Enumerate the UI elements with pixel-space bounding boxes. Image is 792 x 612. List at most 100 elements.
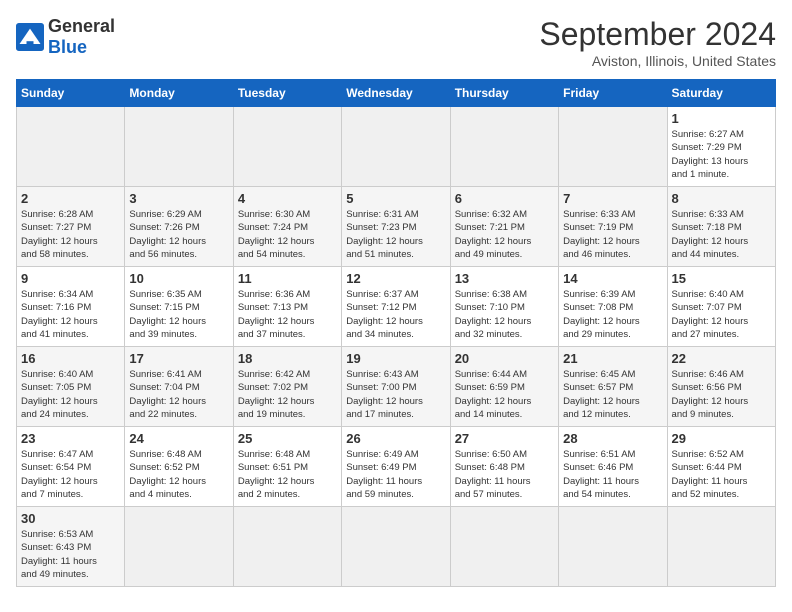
title-area: September 2024 Aviston, Illinois, United… — [539, 16, 776, 69]
calendar-row: 9 Sunrise: 6:34 AMSunset: 7:16 PMDaylight… — [17, 267, 776, 347]
day-info: Sunrise: 6:27 AMSunset: 7:29 PMDaylight:… — [672, 129, 749, 180]
calendar-cell — [342, 107, 450, 187]
logo: General Blue — [16, 16, 115, 58]
day-number: 15 — [672, 271, 771, 286]
calendar-cell: 13Sunrise: 6:38 AMSunset: 7:10 PMDayligh… — [450, 267, 558, 347]
calendar-cell — [17, 107, 125, 187]
calendar-cell — [233, 107, 341, 187]
calendar-cell: 23Sunrise: 6:47 AMSunset: 6:54 PMDayligh… — [17, 427, 125, 507]
calendar-cell: 19Sunrise: 6:43 AMSunset: 7:00 PMDayligh… — [342, 347, 450, 427]
header-friday: Friday — [559, 80, 667, 107]
calendar-cell — [450, 107, 558, 187]
day-number: 22 — [672, 351, 771, 366]
day-number: 7 — [563, 191, 662, 206]
day-info: Sunrise: 6:39 AMSunset: 7:08 PMDaylight:… — [563, 289, 640, 340]
day-info: Sunrise: 6:45 AMSunset: 6:57 PMDaylight:… — [563, 369, 640, 420]
calendar-cell: 4Sunrise: 6:30 AMSunset: 7:24 PMDaylight… — [233, 187, 341, 267]
header-wednesday: Wednesday — [342, 80, 450, 107]
logo-icon — [16, 23, 44, 51]
logo-text: General Blue — [48, 16, 115, 58]
day-info: Sunrise: 6:31 AMSunset: 7:23 PMDaylight:… — [346, 209, 423, 260]
calendar-cell — [450, 507, 558, 587]
day-number: 11 — [238, 271, 337, 286]
calendar-cell: 7Sunrise: 6:33 AMSunset: 7:19 PMDaylight… — [559, 187, 667, 267]
header-monday: Monday — [125, 80, 233, 107]
day-number: 4 — [238, 191, 337, 206]
weekday-header-row: Sunday Monday Tuesday Wednesday Thursday… — [17, 80, 776, 107]
calendar-row: 16 Sunrise: 6:40 AMSunset: 7:05 PMDayligh… — [17, 347, 776, 427]
day-number: 10 — [129, 271, 228, 286]
day-info: Sunrise: 6:53 AMSunset: 6:43 PMDaylight:… — [21, 529, 97, 580]
day-number: 24 — [129, 431, 228, 446]
day-info: Sunrise: 6:50 AMSunset: 6:48 PMDaylight:… — [455, 449, 531, 500]
calendar-cell: 17 Sunrise: 6:41 AMSunset: 7:04 PMDayligh… — [125, 347, 233, 427]
calendar-cell: 9 Sunrise: 6:34 AMSunset: 7:16 PMDaylight… — [17, 267, 125, 347]
month-title: September 2024 — [539, 16, 776, 53]
calendar-cell — [125, 507, 233, 587]
calendar-cell: 8Sunrise: 6:33 AMSunset: 7:18 PMDaylight… — [667, 187, 775, 267]
day-number: 3 — [129, 191, 228, 206]
day-info: Sunrise: 6:40 AMSunset: 7:07 PMDaylight:… — [672, 289, 749, 340]
day-number: 13 — [455, 271, 554, 286]
calendar-cell: 1 Sunrise: 6:27 AMSunset: 7:29 PMDaylight… — [667, 107, 775, 187]
calendar-cell — [559, 507, 667, 587]
day-info: Sunrise: 6:36 AMSunset: 7:13 PMDaylight:… — [238, 289, 315, 340]
calendar-cell: 18 Sunrise: 6:42 AMSunset: 7:02 PMDayligh… — [233, 347, 341, 427]
calendar-cell — [559, 107, 667, 187]
day-info: Sunrise: 6:37 AMSunset: 7:12 PMDaylight:… — [346, 289, 423, 340]
calendar-row: 2Sunrise: 6:28 AMSunset: 7:27 PMDaylight… — [17, 187, 776, 267]
day-number: 16 — [21, 351, 120, 366]
day-number: 27 — [455, 431, 554, 446]
day-info: Sunrise: 6:34 AMSunset: 7:16 PMDaylight:… — [21, 289, 98, 340]
day-number: 19 — [346, 351, 445, 366]
calendar-cell: 27 Sunrise: 6:50 AMSunset: 6:48 PMDayligh… — [450, 427, 558, 507]
calendar-cell: 28Sunrise: 6:51 AMSunset: 6:46 PMDayligh… — [559, 427, 667, 507]
calendar-cell — [667, 507, 775, 587]
day-number: 12 — [346, 271, 445, 286]
header-sunday: Sunday — [17, 80, 125, 107]
day-info: Sunrise: 6:47 AMSunset: 6:54 PMDaylight:… — [21, 449, 98, 500]
day-info: Sunrise: 6:40 AMSunset: 7:05 PMDaylight:… — [21, 369, 98, 420]
calendar-cell — [342, 507, 450, 587]
day-number: 28 — [563, 431, 662, 446]
day-number: 26 — [346, 431, 445, 446]
logo-blue: Blue — [48, 37, 87, 57]
day-number: 18 — [238, 351, 337, 366]
calendar-cell: 2Sunrise: 6:28 AMSunset: 7:27 PMDaylight… — [17, 187, 125, 267]
location-title: Aviston, Illinois, United States — [539, 53, 776, 69]
day-number: 29 — [672, 431, 771, 446]
day-number: 9 — [21, 271, 120, 286]
day-info: Sunrise: 6:44 AMSunset: 6:59 PMDaylight:… — [455, 369, 532, 420]
day-info: Sunrise: 6:33 AMSunset: 7:18 PMDaylight:… — [672, 209, 749, 260]
day-info: Sunrise: 6:35 AMSunset: 7:15 PMDaylight:… — [129, 289, 206, 340]
day-number: 6 — [455, 191, 554, 206]
calendar-cell: 10 Sunrise: 6:35 AMSunset: 7:15 PMDayligh… — [125, 267, 233, 347]
calendar-cell: 22 Sunrise: 6:46 AMSunset: 6:56 PMDayligh… — [667, 347, 775, 427]
day-number: 20 — [455, 351, 554, 366]
day-info: Sunrise: 6:48 AMSunset: 6:51 PMDaylight:… — [238, 449, 315, 500]
day-info: Sunrise: 6:42 AMSunset: 7:02 PMDaylight:… — [238, 369, 315, 420]
day-number: 17 — [129, 351, 228, 366]
day-info: Sunrise: 6:46 AMSunset: 6:56 PMDaylight:… — [672, 369, 749, 420]
calendar-cell: 11 Sunrise: 6:36 AMSunset: 7:13 PMDayligh… — [233, 267, 341, 347]
header-area: General Blue September 2024 Aviston, Ill… — [16, 16, 776, 69]
day-number: 25 — [238, 431, 337, 446]
day-number: 1 — [672, 111, 771, 126]
day-info: Sunrise: 6:48 AMSunset: 6:52 PMDaylight:… — [129, 449, 206, 500]
calendar-cell: 21Sunrise: 6:45 AMSunset: 6:57 PMDayligh… — [559, 347, 667, 427]
day-number: 2 — [21, 191, 120, 206]
calendar-cell: 30 Sunrise: 6:53 AMSunset: 6:43 PMDayligh… — [17, 507, 125, 587]
calendar-cell: 26 Sunrise: 6:49 AMSunset: 6:49 PMDayligh… — [342, 427, 450, 507]
day-info: Sunrise: 6:49 AMSunset: 6:49 PMDaylight:… — [346, 449, 422, 500]
calendar-cell: 29 Sunrise: 6:52 AMSunset: 6:44 PMDayligh… — [667, 427, 775, 507]
calendar-cell: 6Sunrise: 6:32 AMSunset: 7:21 PMDaylight… — [450, 187, 558, 267]
calendar-cell: 25 Sunrise: 6:48 AMSunset: 6:51 PMDayligh… — [233, 427, 341, 507]
calendar-cell — [125, 107, 233, 187]
calendar-cell: 20 Sunrise: 6:44 AMSunset: 6:59 PMDayligh… — [450, 347, 558, 427]
calendar-cell: 16 Sunrise: 6:40 AMSunset: 7:05 PMDayligh… — [17, 347, 125, 427]
calendar-cell: 12 Sunrise: 6:37 AMSunset: 7:12 PMDayligh… — [342, 267, 450, 347]
day-number: 14 — [563, 271, 662, 286]
day-number: 30 — [21, 511, 120, 526]
day-info: Sunrise: 6:52 AMSunset: 6:44 PMDaylight:… — [672, 449, 748, 500]
day-info: Sunrise: 6:41 AMSunset: 7:04 PMDaylight:… — [129, 369, 206, 420]
